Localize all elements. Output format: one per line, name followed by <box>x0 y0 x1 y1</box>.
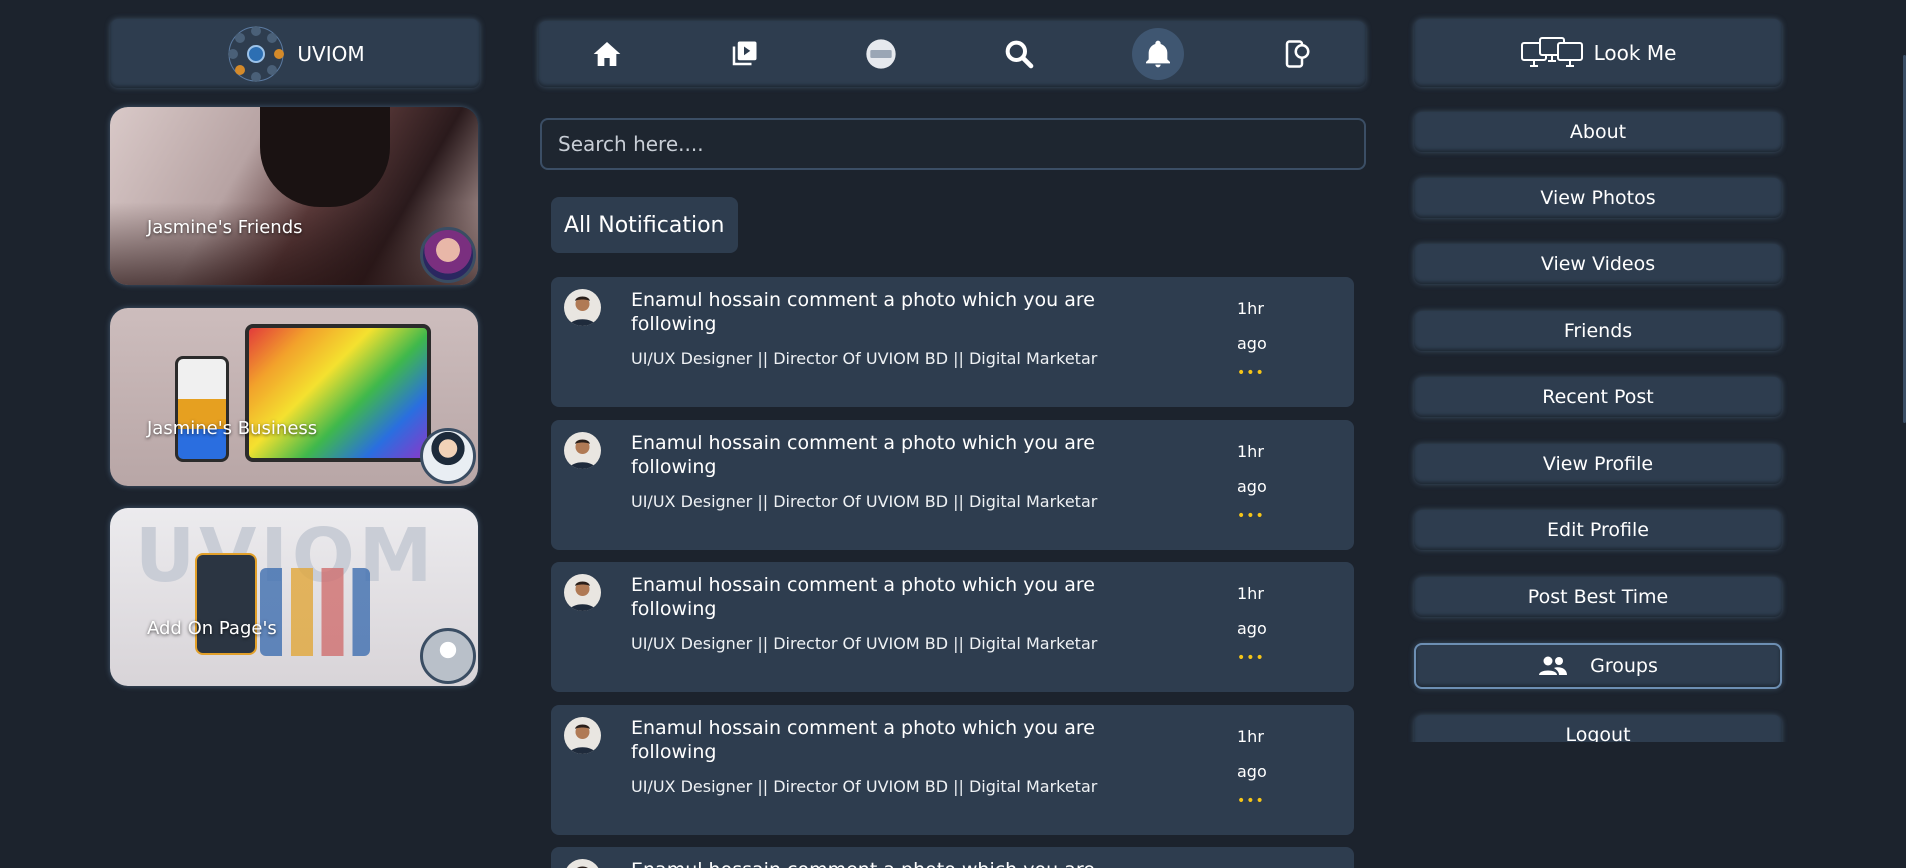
notification-title: Enamul hossain comment a photo which you… <box>631 432 1095 478</box>
avatar <box>564 574 601 611</box>
nav-videos[interactable] <box>720 30 768 78</box>
home-icon <box>593 42 620 66</box>
menu-logout-button[interactable]: Logout <box>1414 715 1782 742</box>
brand-name: UVIOM <box>297 41 365 66</box>
menu-groups-button[interactable]: Groups <box>1414 643 1782 689</box>
search-input[interactable] <box>540 118 1366 170</box>
section-title: All Notification <box>551 197 738 253</box>
menu-recent-post-button[interactable]: Recent Post <box>1414 377 1782 417</box>
menu-post-best-time-button[interactable]: Post Best Time <box>1414 577 1782 617</box>
nav-home[interactable] <box>583 30 631 78</box>
uviom-logo-icon <box>228 25 285 82</box>
menu-view-profile-button[interactable]: View Profile <box>1414 444 1782 484</box>
nav-messages[interactable] <box>1273 30 1321 78</box>
more-options-icon[interactable]: ••• <box>1237 365 1265 381</box>
phone-image <box>175 356 229 462</box>
avatar <box>564 717 601 754</box>
notification-subtitle: UI/UX Designer || Director Of UVIOM BD |… <box>631 777 1098 796</box>
nav-search[interactable] <box>995 30 1043 78</box>
avatar <box>564 432 601 469</box>
card-add-page-device <box>195 553 257 655</box>
menu-about-button[interactable]: About <box>1414 112 1782 152</box>
more-options-icon[interactable]: ••• <box>1237 508 1265 524</box>
card-business-avatar <box>420 428 476 484</box>
notification-subtitle: UI/UX Designer || Director Of UVIOM BD |… <box>631 492 1098 511</box>
card-friends[interactable]: Jasmine's Friends <box>110 107 478 285</box>
card-add-page[interactable]: UVIOM Add On Page's <box>110 508 478 686</box>
video-playlist-icon <box>732 41 757 66</box>
bell-icon <box>1145 40 1170 68</box>
card-business-label: Jasmine's Business <box>147 418 318 439</box>
nav-notifications[interactable] <box>1131 28 1184 80</box>
notification-subtitle: UI/UX Designer || Director Of UVIOM BD |… <box>631 349 1098 368</box>
notification-time: 1hr ago <box>1237 727 1267 781</box>
tablet-image <box>245 324 431 462</box>
menu-view-photos-button[interactable]: View Photos <box>1414 178 1782 218</box>
notification-item[interactable]: Enamul hossain comment a photo which you… <box>551 420 1354 550</box>
notification-item[interactable]: Enamul hossain comment a photo which you… <box>551 562 1354 692</box>
avatar <box>564 859 601 868</box>
right-menu: About View Photos View Videos Friends Re… <box>1400 0 1800 742</box>
brand-logo-box[interactable]: UVIOM <box>110 19 480 88</box>
menu-edit-profile-button[interactable]: Edit Profile <box>1414 510 1782 550</box>
avatar <box>564 289 601 326</box>
notification-item[interactable]: Enamul hossain comment a photo which you… <box>551 705 1354 835</box>
notification-time: 1hr ago <box>1237 299 1267 353</box>
notification-title: Enamul hossain comment a photo which you… <box>631 858 1151 868</box>
top-nav-bar <box>538 21 1366 87</box>
menu-groups-label: Groups <box>1590 655 1658 677</box>
notification-title: Enamul hossain comment a photo which you… <box>631 717 1095 763</box>
groups-icon <box>1539 656 1568 675</box>
search-icon <box>1005 40 1033 69</box>
notification-time: 1hr ago <box>1237 442 1267 496</box>
badge-icon <box>866 39 896 69</box>
card-friends-label: Jasmine's Friends <box>147 217 303 238</box>
card-add-page-avatar <box>420 628 476 684</box>
notification-item[interactable]: Enamul hossain comment a photo which you… <box>551 277 1354 407</box>
card-add-page-label: Add On Page's <box>147 618 277 639</box>
nav-badge[interactable] <box>857 30 905 78</box>
card-business[interactable]: Jasmine's Business <box>110 308 478 486</box>
notification-title: Enamul hossain comment a photo which you… <box>631 289 1095 335</box>
card-add-page-people <box>260 568 370 656</box>
notification-time: 1hr ago <box>1237 584 1267 638</box>
more-options-icon[interactable]: ••• <box>1237 650 1265 666</box>
menu-view-videos-button[interactable]: View Videos <box>1414 244 1782 284</box>
notification-item[interactable]: Enamul hossain comment a photo which you… <box>551 847 1354 868</box>
phone-chat-icon <box>1286 40 1310 68</box>
more-options-icon[interactable]: ••• <box>1237 793 1265 809</box>
notification-title: Enamul hossain comment a photo which you… <box>631 574 1095 620</box>
card-friends-avatar <box>420 227 476 283</box>
notification-subtitle: UI/UX Designer || Director Of UVIOM BD |… <box>631 634 1098 653</box>
menu-friends-button[interactable]: Friends <box>1414 311 1782 351</box>
